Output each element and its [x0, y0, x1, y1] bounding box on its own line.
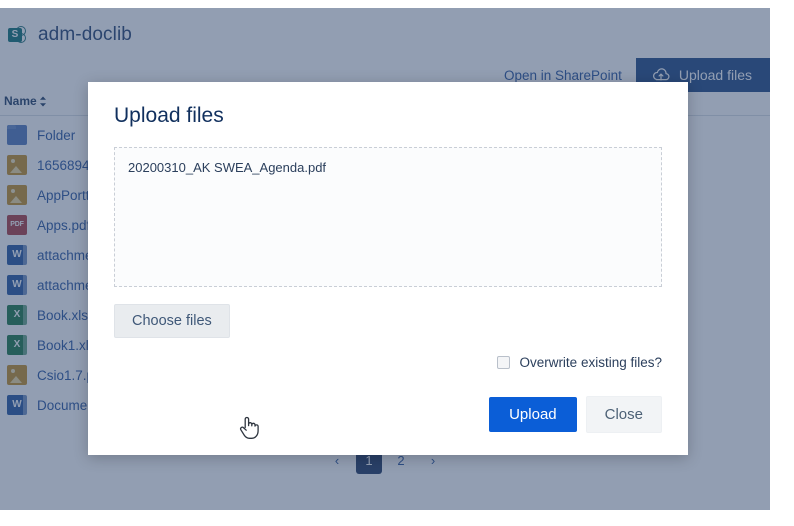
- choose-files-button[interactable]: Choose files: [114, 304, 230, 338]
- overwrite-existing-files-checkbox[interactable]: [497, 356, 510, 369]
- upload-button[interactable]: Upload: [489, 397, 577, 432]
- pointer-hand-cursor: [238, 414, 260, 440]
- file-dropzone[interactable]: 20200310_AK SWEA_Agenda.pdf: [114, 147, 662, 287]
- upload-files-dialog: Upload files 20200310_AK SWEA_Agenda.pdf…: [88, 82, 688, 455]
- screen: S adm-doclib Open in SharePoint Upload f…: [0, 0, 794, 526]
- dialog-actions: Upload Close: [489, 396, 662, 433]
- overwrite-existing-files-checkbox-row[interactable]: Overwrite existing files?: [497, 355, 662, 370]
- dialog-title: Upload files: [114, 104, 224, 128]
- overwrite-existing-files-label: Overwrite existing files?: [519, 355, 662, 370]
- close-button[interactable]: Close: [586, 396, 662, 433]
- selected-file-name: 20200310_AK SWEA_Agenda.pdf: [115, 148, 661, 175]
